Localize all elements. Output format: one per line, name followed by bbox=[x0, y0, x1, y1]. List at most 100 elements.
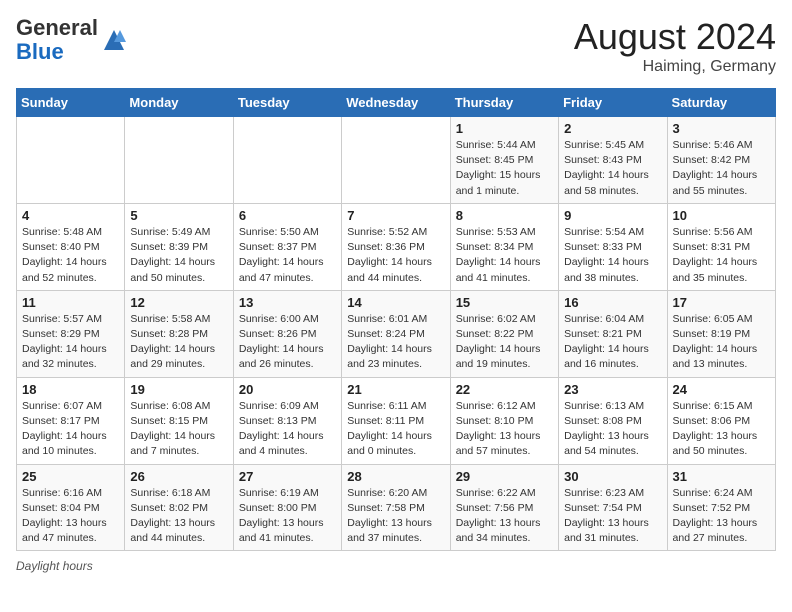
weekday-header-sunday: Sunday bbox=[17, 89, 125, 117]
day-info: Sunrise: 6:01 AM Sunset: 8:24 PM Dayligh… bbox=[347, 312, 444, 373]
day-number: 19 bbox=[130, 382, 227, 397]
day-info: Sunrise: 6:05 AM Sunset: 8:19 PM Dayligh… bbox=[673, 312, 770, 373]
weekday-header-row: SundayMondayTuesdayWednesdayThursdayFrid… bbox=[17, 89, 776, 117]
calendar-cell: 27 Sunrise: 6:19 AM Sunset: 8:00 PM Dayli… bbox=[233, 464, 341, 551]
calendar-cell: 25 Sunrise: 6:16 AM Sunset: 8:04 PM Dayli… bbox=[17, 464, 125, 551]
calendar-cell bbox=[233, 117, 341, 204]
weekday-header-wednesday: Wednesday bbox=[342, 89, 450, 117]
footer: Daylight hours bbox=[16, 559, 776, 573]
calendar-cell: 11Sunrise: 5:57 AM Sunset: 8:29 PM Dayli… bbox=[17, 290, 125, 377]
calendar-cell: 28Sunrise: 6:20 AM Sunset: 7:58 PM Dayli… bbox=[342, 464, 450, 551]
day-number: 8 bbox=[456, 208, 553, 223]
day-info: Sunrise: 6:11 AM Sunset: 8:11 PM Dayligh… bbox=[347, 399, 444, 460]
logo: General Blue bbox=[16, 16, 128, 64]
day-info: Sunrise: 6:23 AM Sunset: 7:54 PM Dayligh… bbox=[564, 486, 661, 547]
day-number: 4 bbox=[22, 208, 119, 223]
day-number: 2 bbox=[564, 121, 661, 136]
day-info: Sunrise: 6:08 AM Sunset: 8:15 PM Dayligh… bbox=[130, 399, 227, 460]
day-number: 3 bbox=[673, 121, 770, 136]
calendar-cell: 16 Sunrise: 6:04 AM Sunset: 8:21 PM Dayli… bbox=[559, 290, 667, 377]
day-number: 13 bbox=[239, 295, 336, 310]
day-info: Sunrise: 5:50 AM Sunset: 8:37 PM Dayligh… bbox=[239, 225, 336, 286]
calendar-cell: 24Sunrise: 6:15 AM Sunset: 8:06 PM Dayli… bbox=[667, 377, 775, 464]
day-number: 20 bbox=[239, 382, 336, 397]
calendar-cell: 4 Sunrise: 5:48 AM Sunset: 8:40 PM Daylig… bbox=[17, 203, 125, 290]
calendar-cell: 21 Sunrise: 6:11 AM Sunset: 8:11 PM Dayli… bbox=[342, 377, 450, 464]
calendar-cell: 12Sunrise: 5:58 AM Sunset: 8:28 PM Dayli… bbox=[125, 290, 233, 377]
day-number: 18 bbox=[22, 382, 119, 397]
week-row-4: 18 Sunrise: 6:07 AM Sunset: 8:17 PM Dayli… bbox=[17, 377, 776, 464]
day-info: Sunrise: 6:22 AM Sunset: 7:56 PM Dayligh… bbox=[456, 486, 553, 547]
day-info: Sunrise: 6:19 AM Sunset: 8:00 PM Dayligh… bbox=[239, 486, 336, 547]
calendar-cell: 14 Sunrise: 6:01 AM Sunset: 8:24 PM Dayli… bbox=[342, 290, 450, 377]
weekday-header-friday: Friday bbox=[559, 89, 667, 117]
day-number: 22 bbox=[456, 382, 553, 397]
day-number: 28 bbox=[347, 469, 444, 484]
day-number: 10 bbox=[673, 208, 770, 223]
week-row-2: 4 Sunrise: 5:48 AM Sunset: 8:40 PM Daylig… bbox=[17, 203, 776, 290]
day-info: Sunrise: 5:49 AM Sunset: 8:39 PM Dayligh… bbox=[130, 225, 227, 286]
day-number: 29 bbox=[456, 469, 553, 484]
calendar-cell: 17 Sunrise: 6:05 AM Sunset: 8:19 PM Dayli… bbox=[667, 290, 775, 377]
weekday-header-saturday: Saturday bbox=[667, 89, 775, 117]
day-info: Sunrise: 6:16 AM Sunset: 8:04 PM Dayligh… bbox=[22, 486, 119, 547]
calendar-cell bbox=[17, 117, 125, 204]
title-block: August 2024 Haiming, Germany bbox=[574, 16, 776, 76]
calendar-cell: 22 Sunrise: 6:12 AM Sunset: 8:10 PM Dayli… bbox=[450, 377, 558, 464]
calendar-cell: 1 Sunrise: 5:44 AM Sunset: 8:45 PM Daylig… bbox=[450, 117, 558, 204]
day-info: Sunrise: 6:15 AM Sunset: 8:06 PM Dayligh… bbox=[673, 399, 770, 460]
day-number: 5 bbox=[130, 208, 227, 223]
calendar-cell: 9Sunrise: 5:54 AM Sunset: 8:33 PM Daylig… bbox=[559, 203, 667, 290]
calendar-cell: 8Sunrise: 5:53 AM Sunset: 8:34 PM Daylig… bbox=[450, 203, 558, 290]
calendar-cell: 19 Sunrise: 6:08 AM Sunset: 8:15 PM Dayli… bbox=[125, 377, 233, 464]
calendar-cell: 7Sunrise: 5:52 AM Sunset: 8:36 PM Daylig… bbox=[342, 203, 450, 290]
day-info: Sunrise: 6:00 AM Sunset: 8:26 PM Dayligh… bbox=[239, 312, 336, 373]
day-number: 21 bbox=[347, 382, 444, 397]
day-info: Sunrise: 5:45 AM Sunset: 8:43 PM Dayligh… bbox=[564, 138, 661, 199]
day-info: Sunrise: 5:44 AM Sunset: 8:45 PM Dayligh… bbox=[456, 138, 553, 199]
day-number: 14 bbox=[347, 295, 444, 310]
logo-text: General Blue bbox=[16, 16, 98, 64]
calendar-body: 1 Sunrise: 5:44 AM Sunset: 8:45 PM Daylig… bbox=[17, 117, 776, 551]
day-info: Sunrise: 6:04 AM Sunset: 8:21 PM Dayligh… bbox=[564, 312, 661, 373]
location: Haiming, Germany bbox=[574, 58, 776, 76]
calendar-cell bbox=[125, 117, 233, 204]
calendar-cell bbox=[342, 117, 450, 204]
calendar-cell: 30Sunrise: 6:23 AM Sunset: 7:54 PM Dayli… bbox=[559, 464, 667, 551]
day-number: 6 bbox=[239, 208, 336, 223]
day-number: 12 bbox=[130, 295, 227, 310]
day-number: 15 bbox=[456, 295, 553, 310]
calendar-cell: 2 Sunrise: 5:45 AM Sunset: 8:43 PM Daylig… bbox=[559, 117, 667, 204]
day-number: 31 bbox=[673, 469, 770, 484]
month-year: August 2024 bbox=[574, 16, 776, 58]
day-info: Sunrise: 5:54 AM Sunset: 8:33 PM Dayligh… bbox=[564, 225, 661, 286]
calendar-cell: 20 Sunrise: 6:09 AM Sunset: 8:13 PM Dayli… bbox=[233, 377, 341, 464]
weekday-header-thursday: Thursday bbox=[450, 89, 558, 117]
day-info: Sunrise: 6:12 AM Sunset: 8:10 PM Dayligh… bbox=[456, 399, 553, 460]
day-number: 17 bbox=[673, 295, 770, 310]
logo-blue: Blue bbox=[16, 39, 64, 64]
day-number: 1 bbox=[456, 121, 553, 136]
day-info: Sunrise: 5:46 AM Sunset: 8:42 PM Dayligh… bbox=[673, 138, 770, 199]
day-info: Sunrise: 6:18 AM Sunset: 8:02 PM Dayligh… bbox=[130, 486, 227, 547]
day-number: 27 bbox=[239, 469, 336, 484]
calendar-cell: 31 Sunrise: 6:24 AM Sunset: 7:52 PM Dayli… bbox=[667, 464, 775, 551]
calendar-cell: 5 Sunrise: 5:49 AM Sunset: 8:39 PM Daylig… bbox=[125, 203, 233, 290]
calendar-table: SundayMondayTuesdayWednesdayThursdayFrid… bbox=[16, 88, 776, 551]
day-info: Sunrise: 6:07 AM Sunset: 8:17 PM Dayligh… bbox=[22, 399, 119, 460]
week-row-5: 25 Sunrise: 6:16 AM Sunset: 8:04 PM Dayli… bbox=[17, 464, 776, 551]
day-number: 25 bbox=[22, 469, 119, 484]
footer-note: Daylight hours bbox=[16, 559, 93, 573]
day-info: Sunrise: 6:09 AM Sunset: 8:13 PM Dayligh… bbox=[239, 399, 336, 460]
calendar-cell: 18 Sunrise: 6:07 AM Sunset: 8:17 PM Dayli… bbox=[17, 377, 125, 464]
day-info: Sunrise: 6:02 AM Sunset: 8:22 PM Dayligh… bbox=[456, 312, 553, 373]
weekday-header-monday: Monday bbox=[125, 89, 233, 117]
day-info: Sunrise: 5:48 AM Sunset: 8:40 PM Dayligh… bbox=[22, 225, 119, 286]
calendar-cell: 26Sunrise: 6:18 AM Sunset: 8:02 PM Dayli… bbox=[125, 464, 233, 551]
calendar-cell: 10Sunrise: 5:56 AM Sunset: 8:31 PM Dayli… bbox=[667, 203, 775, 290]
calendar-cell: 29 Sunrise: 6:22 AM Sunset: 7:56 PM Dayli… bbox=[450, 464, 558, 551]
day-number: 11 bbox=[22, 295, 119, 310]
day-number: 16 bbox=[564, 295, 661, 310]
day-info: Sunrise: 6:24 AM Sunset: 7:52 PM Dayligh… bbox=[673, 486, 770, 547]
day-number: 7 bbox=[347, 208, 444, 223]
